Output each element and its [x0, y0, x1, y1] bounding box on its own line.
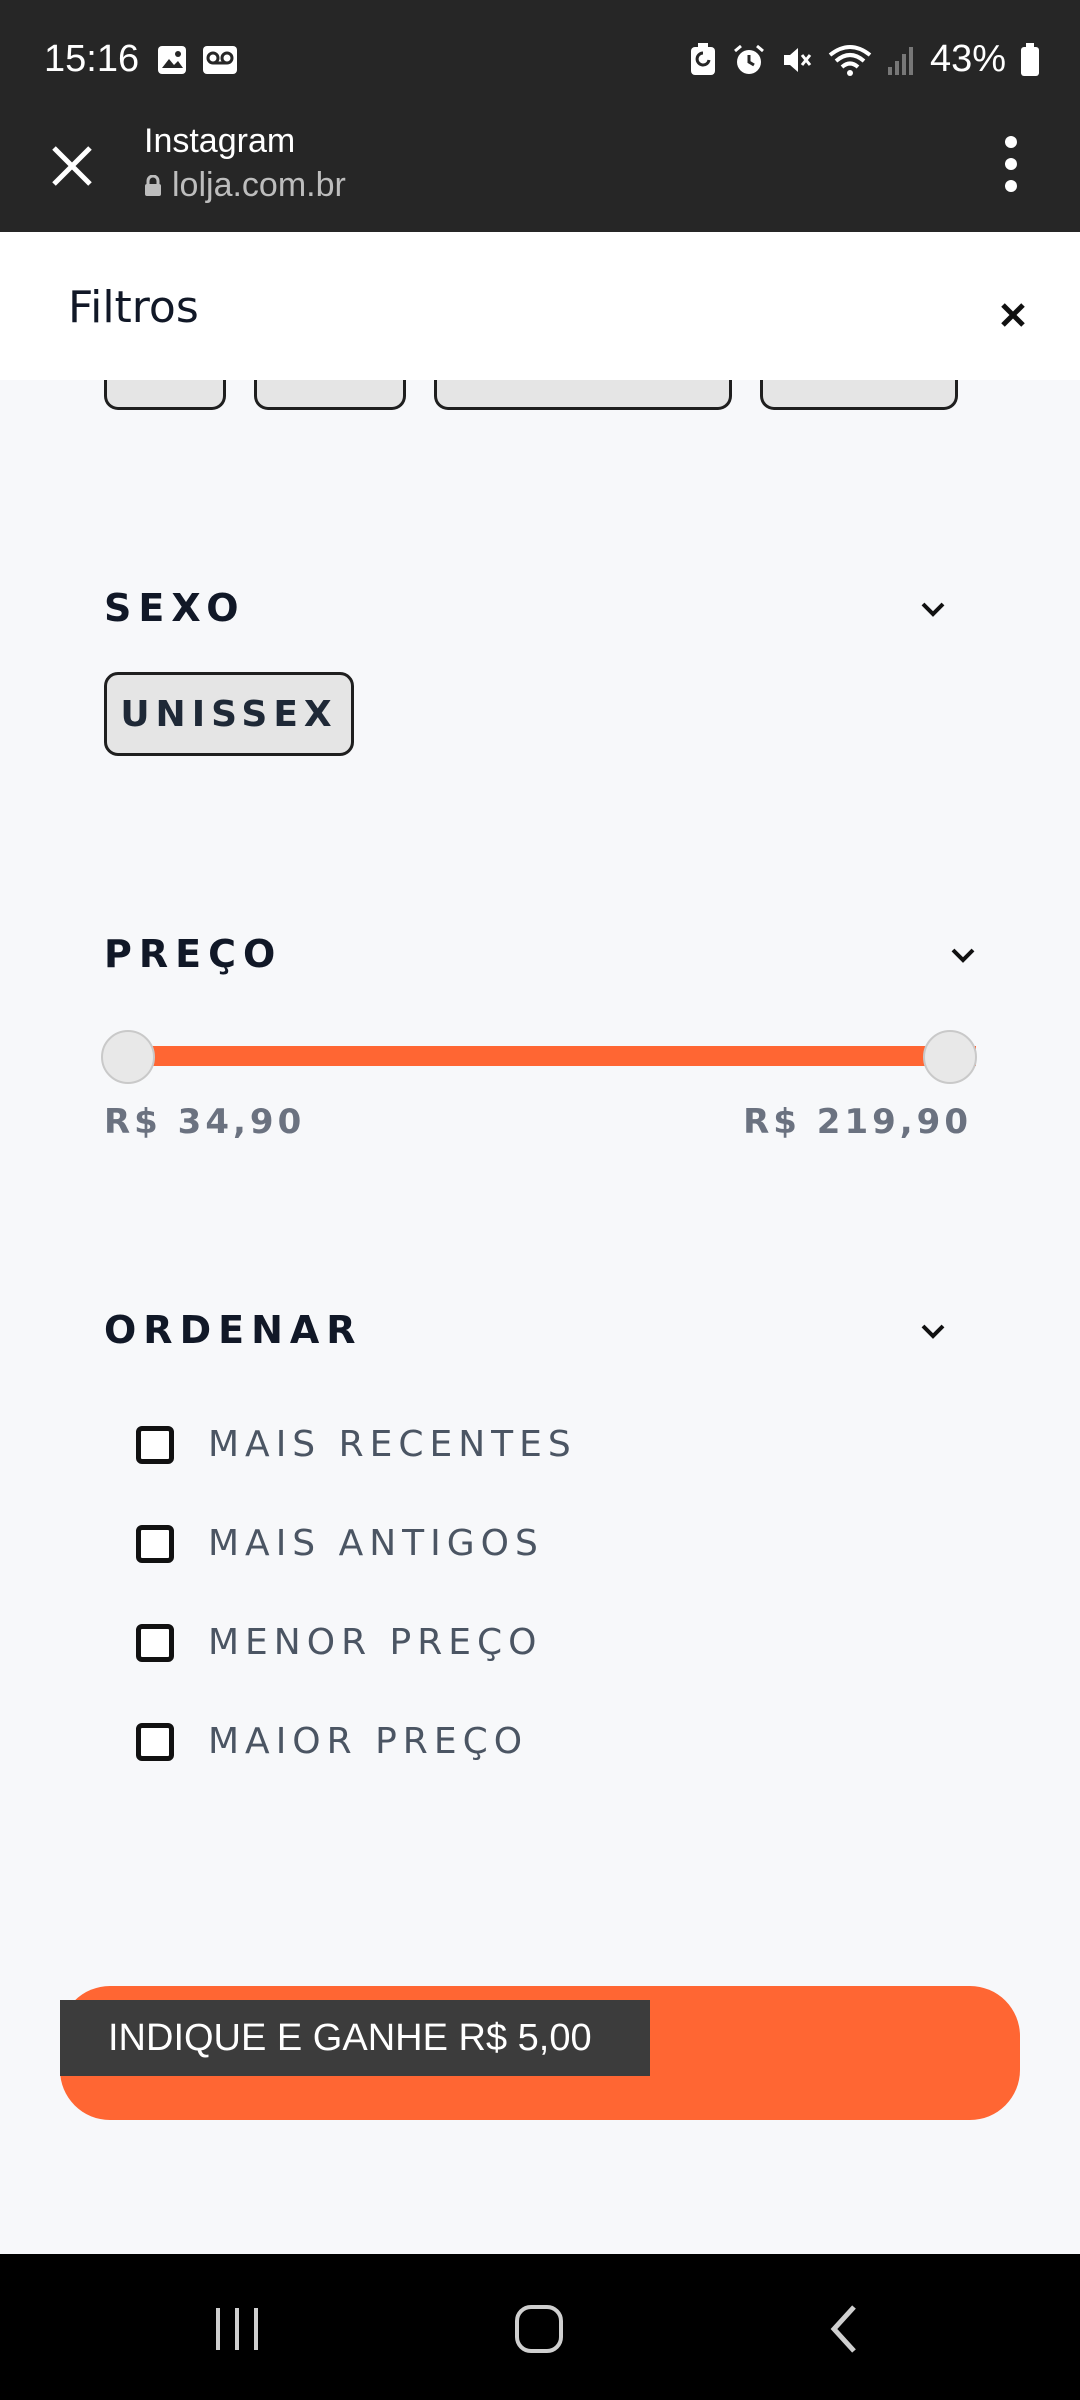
sort-option-lowest-price[interactable]: MENOR PREÇO	[136, 1622, 542, 1663]
alarm-icon	[733, 44, 764, 74]
price-slider-track[interactable]	[128, 1046, 976, 1066]
status-notification-icons	[156, 44, 238, 76]
checkbox[interactable]	[136, 1722, 174, 1761]
price-slider-max-thumb[interactable]	[923, 1030, 977, 1084]
status-time: 15:16	[44, 38, 140, 80]
size-chip-partial[interactable]	[434, 380, 732, 410]
in-app-browser-bar: Instagram lolja.com.br	[0, 122, 1080, 232]
size-chip-partial[interactable]	[760, 380, 958, 410]
filter-header: Filtros	[0, 232, 1080, 380]
browser-title: Instagram	[144, 122, 296, 160]
sort-option-highest-price[interactable]: MAIOR PREÇO	[136, 1721, 528, 1762]
battery-saver-icon	[690, 42, 715, 75]
recent-apps-icon[interactable]	[202, 2294, 272, 2364]
filter-close-icon[interactable]	[990, 292, 1036, 338]
back-icon[interactable]	[808, 2294, 878, 2364]
checkbox[interactable]	[136, 1524, 174, 1563]
checkbox[interactable]	[136, 1623, 174, 1662]
sort-option-oldest[interactable]: MAIS ANTIGOS	[136, 1523, 544, 1564]
option-label: MAIS RECENTES	[208, 1424, 577, 1465]
browser-url: lolja.com.br	[144, 166, 346, 205]
browser-close-icon[interactable]	[42, 136, 102, 196]
lock-icon	[145, 174, 161, 196]
more-options-icon[interactable]	[996, 134, 1026, 194]
chevron-down-icon[interactable]	[916, 1314, 950, 1348]
home-icon[interactable]	[504, 2294, 574, 2364]
section-title-ordenar: ORDENAR	[104, 1308, 363, 1352]
chip-unissex[interactable]: UNISSEX	[104, 672, 354, 756]
chevron-down-icon[interactable]	[916, 592, 950, 626]
section-title-preco: PREÇO	[104, 932, 283, 976]
price-max-label: R$ 219,90	[743, 1102, 972, 1142]
voicemail-icon	[203, 46, 237, 74]
mute-icon	[783, 47, 812, 72]
status-bar: 15:16 43%	[0, 0, 1080, 122]
wifi-icon	[828, 44, 872, 76]
checkbox[interactable]	[136, 1425, 174, 1464]
gallery-icon	[158, 46, 186, 74]
size-chip-partial[interactable]	[254, 380, 406, 410]
referral-tooltip[interactable]: INDIQUE E GANHE R$ 5,00	[60, 2000, 650, 2076]
battery-icon	[1021, 42, 1039, 76]
option-label: MENOR PREÇO	[208, 1622, 543, 1663]
sort-option-recent[interactable]: MAIS RECENTES	[136, 1424, 577, 1465]
price-min-label: R$ 34,90	[104, 1102, 306, 1142]
option-label: MAIOR PREÇO	[208, 1721, 529, 1762]
android-nav-bar	[0, 2254, 1080, 2400]
chevron-down-icon[interactable]	[946, 938, 980, 972]
price-slider-min-thumb[interactable]	[101, 1030, 155, 1084]
status-right-icons: 43%	[688, 38, 1040, 81]
size-chip-partial[interactable]	[104, 380, 226, 410]
browser-url-text: lolja.com.br	[172, 166, 346, 204]
section-title-sexo: SEXO	[104, 586, 246, 630]
signal-icon	[887, 46, 913, 75]
filter-title: Filtros	[68, 282, 199, 333]
battery-percent: 43%	[929, 38, 1006, 80]
option-label: MAIS ANTIGOS	[208, 1523, 544, 1564]
